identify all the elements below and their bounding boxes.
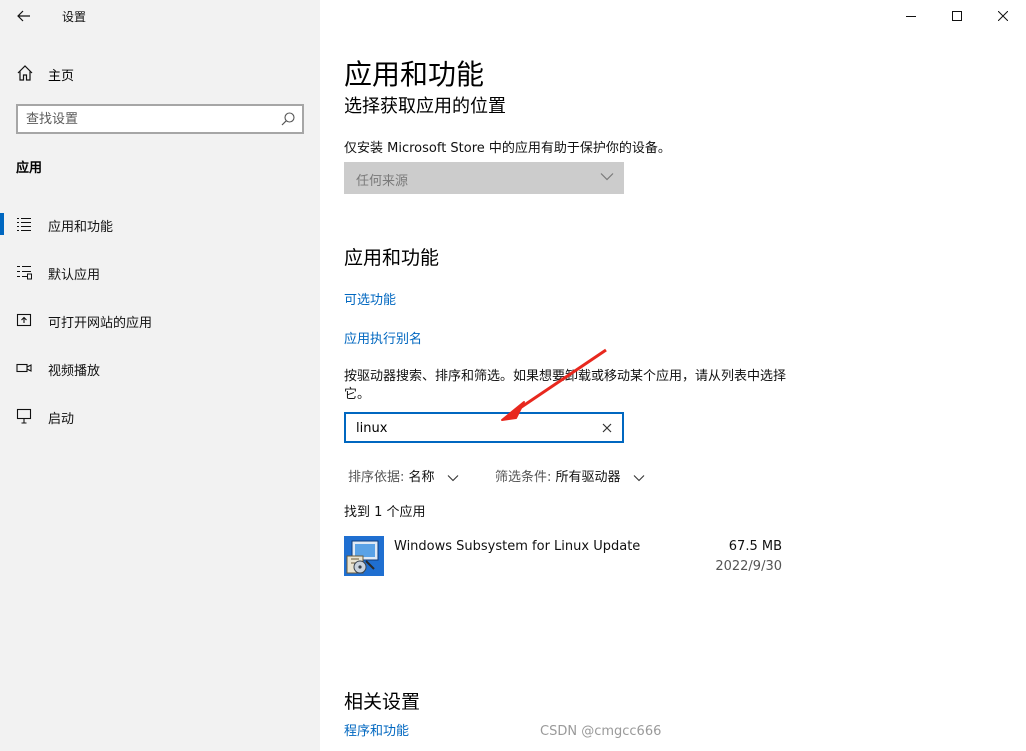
- sidebar-item-apps-features[interactable]: 应用和功能: [0, 204, 320, 244]
- startup-icon: [16, 408, 32, 424]
- chevron-down-icon: [600, 173, 614, 181]
- close-button[interactable]: [980, 0, 1026, 32]
- apps-features-heading: 应用和功能: [344, 247, 440, 269]
- settings-search-box[interactable]: [16, 104, 304, 134]
- maximize-button[interactable]: [934, 0, 980, 32]
- window-title: 设置: [62, 10, 87, 24]
- maximize-icon: [952, 11, 962, 21]
- related-settings-heading: 相关设置: [344, 691, 421, 713]
- active-indicator: [0, 213, 4, 235]
- sidebar-item-label: 应用和功能: [48, 220, 114, 235]
- page-title: 应用和功能: [344, 58, 485, 91]
- minimize-icon: [906, 16, 916, 17]
- list-icon: [17, 217, 31, 232]
- minimize-button[interactable]: [888, 0, 934, 32]
- video-icon: [16, 363, 32, 373]
- results-count: 找到 1 个应用: [344, 505, 426, 520]
- dropdown-value: 任何来源: [356, 174, 409, 189]
- open-website-icon: [16, 313, 32, 327]
- sidebar-item-default-apps[interactable]: 默认应用: [0, 252, 320, 292]
- install-location-description: 仅安装 Microsoft Store 中的应用有助于保护你的设备。: [344, 141, 671, 156]
- chevron-down-icon: [447, 474, 459, 481]
- app-install-date: 2022/9/30: [715, 559, 782, 574]
- sidebar-item-label: 视频播放: [48, 364, 101, 379]
- search-icon[interactable]: [280, 111, 296, 127]
- app-source-dropdown[interactable]: 任何来源: [344, 162, 624, 194]
- sidebar-item-label: 可打开网站的应用: [48, 316, 153, 331]
- optional-features-link[interactable]: 可选功能: [344, 289, 396, 308]
- programs-features-link[interactable]: 程序和功能: [344, 720, 409, 739]
- app-size: 67.5 MB: [728, 539, 782, 554]
- app-name: Windows Subsystem for Linux Update: [394, 539, 641, 554]
- sidebar-item-label: 默认应用: [48, 268, 101, 283]
- back-button[interactable]: [10, 4, 38, 28]
- sidebar-item-video-playback[interactable]: 视频播放: [0, 348, 320, 388]
- sidebar-item-startup[interactable]: 启动: [0, 396, 320, 436]
- home-icon: [17, 65, 33, 81]
- sort-by-dropdown[interactable]: 排序依据: 名称: [348, 466, 459, 485]
- annotation-arrow: [501, 348, 607, 421]
- filter-by-dropdown[interactable]: 筛选条件: 所有驱动器: [495, 466, 645, 485]
- settings-search-input[interactable]: [26, 110, 266, 128]
- filter-value: 所有驱动器: [555, 470, 621, 485]
- sidebar-section-title: 应用: [16, 161, 43, 176]
- sidebar-item-home[interactable]: 主页: [0, 58, 320, 90]
- install-location-heading: 选择获取应用的位置: [344, 96, 506, 117]
- sort-value: 名称: [408, 470, 435, 485]
- main-content: 应用和功能 选择获取应用的位置 仅安装 Microsoft Store 中的应用…: [320, 0, 1026, 751]
- sidebar-item-label: 启动: [48, 412, 75, 427]
- sidebar: 设置 主页 应用 应用和功能 默认应用 可打开网站的应用: [0, 0, 320, 751]
- sidebar-item-open-websites[interactable]: 可打开网站的应用: [0, 300, 320, 340]
- sort-key: 排序依据:: [348, 470, 405, 485]
- app-list-item[interactable]: Windows Subsystem for Linux Update 67.5 …: [344, 532, 784, 582]
- installer-package-icon: [344, 536, 384, 576]
- chevron-down-icon: [633, 474, 645, 481]
- titlebar-left: 设置: [0, 0, 320, 32]
- watermark: CSDN @cmgcc666: [540, 724, 662, 739]
- app-execution-alias-link[interactable]: 应用执行别名: [344, 328, 422, 347]
- filter-key: 筛选条件:: [495, 470, 552, 485]
- back-arrow-icon: [17, 10, 30, 22]
- sidebar-item-label: 主页: [48, 69, 75, 84]
- close-icon: [998, 11, 1008, 21]
- default-apps-icon: [17, 265, 32, 280]
